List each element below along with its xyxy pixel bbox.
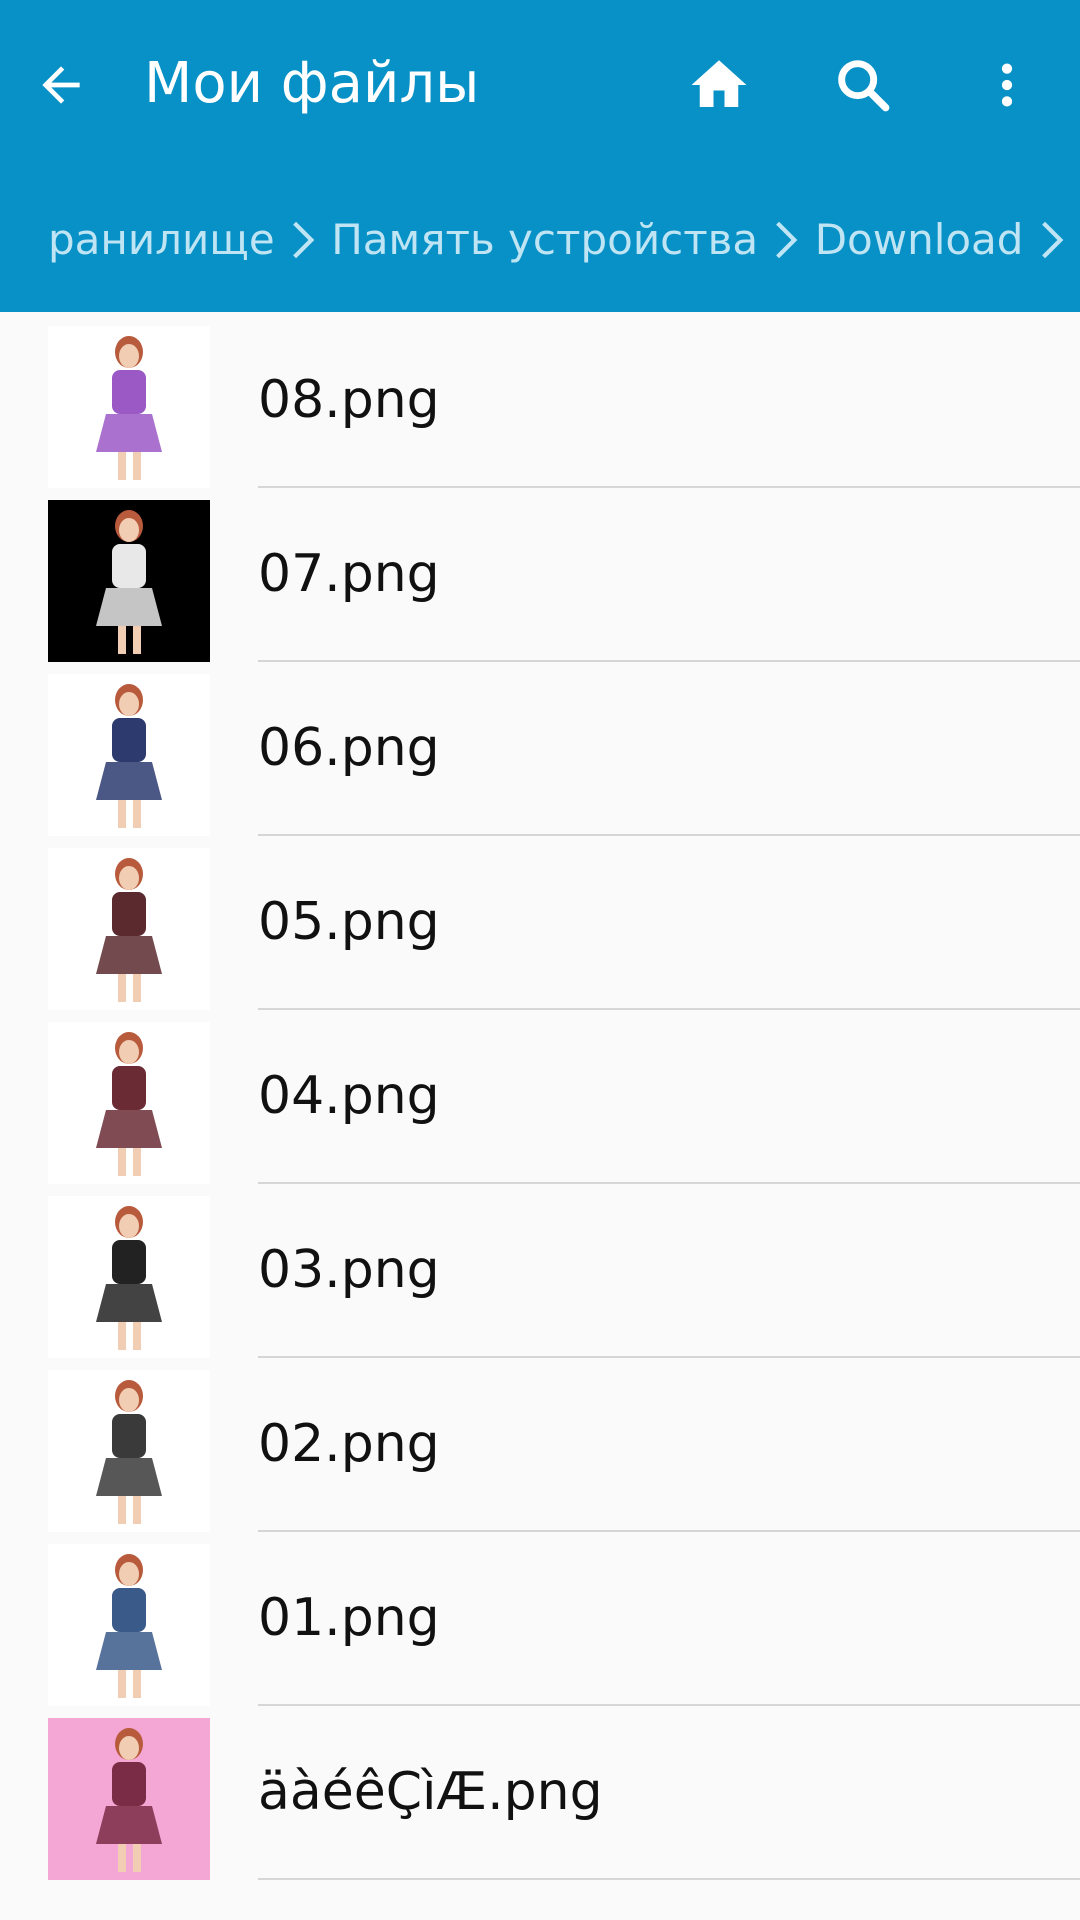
file-name: 08.png [258, 370, 440, 430]
file-row[interactable]: äàéêÇìÆ.png [0, 1704, 1080, 1880]
search-button[interactable] [808, 30, 918, 140]
file-thumbnail [48, 500, 210, 662]
arrow-left-icon [42, 66, 80, 104]
file-row[interactable]: 01.png [0, 1530, 1080, 1706]
chevron-right-icon [275, 219, 332, 261]
file-name: 03.png [258, 1240, 440, 1300]
file-name: 01.png [258, 1588, 440, 1648]
file-thumbnail [48, 848, 210, 1010]
file-row[interactable]: 07.png [0, 486, 1080, 662]
file-name: 02.png [258, 1414, 440, 1474]
file-thumbnail [48, 1370, 210, 1532]
file-thumbnail [48, 1196, 210, 1358]
search-icon [838, 60, 890, 112]
file-name: 06.png [258, 718, 440, 778]
page-title: Мои файлы [144, 51, 480, 116]
back-button[interactable] [6, 30, 116, 140]
file-row[interactable]: 02.png [0, 1356, 1080, 1532]
file-name: 05.png [258, 892, 440, 952]
chevron-right-icon [1023, 219, 1080, 261]
file-row[interactable]: 04.png [0, 1008, 1080, 1184]
file-thumbnail [48, 1022, 210, 1184]
file-row[interactable]: 06.png [0, 660, 1080, 836]
row-divider [258, 1878, 1080, 1880]
file-thumbnail [48, 674, 210, 836]
breadcrumb-item-download[interactable]: Download [815, 204, 1024, 276]
home-icon [691, 60, 747, 107]
file-name: äàéêÇìÆ.png [258, 1762, 603, 1822]
file-row[interactable]: 08.png [0, 312, 1080, 488]
file-name: 07.png [258, 544, 440, 604]
more-vertical-icon [1001, 63, 1013, 107]
more-options-button[interactable] [952, 30, 1062, 140]
breadcrumb-item-device-memory[interactable]: Память устройства [331, 204, 758, 276]
app-header: Мои файлы ранилище Память устройства Dow… [0, 0, 1080, 312]
file-row[interactable]: 05.png [0, 834, 1080, 1010]
file-thumbnail [48, 326, 210, 488]
file-list: 08.png 07.png 06.png 05.png 04.png 03.png 02.p… [0, 312, 1080, 1880]
home-button[interactable] [664, 30, 774, 140]
breadcrumb: ранилище Память устройства Download [0, 204, 1080, 276]
file-thumbnail [48, 1544, 210, 1706]
chevron-right-icon [758, 219, 815, 261]
breadcrumb-item-storage[interactable]: ранилище [48, 204, 275, 276]
file-row[interactable]: 03.png [0, 1182, 1080, 1358]
file-name: 04.png [258, 1066, 440, 1126]
file-thumbnail [48, 1718, 210, 1880]
